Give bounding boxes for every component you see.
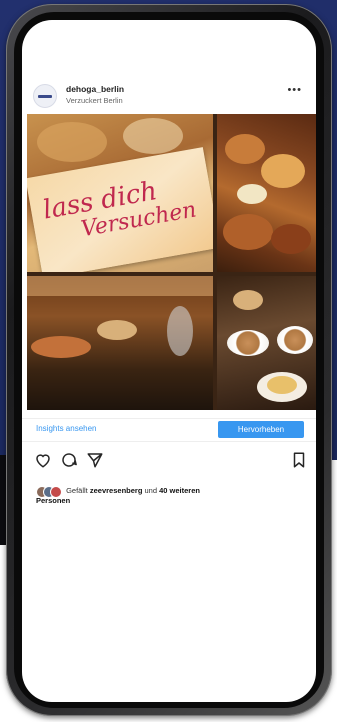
photo-detail	[223, 214, 273, 250]
avatar-logo	[38, 94, 52, 98]
liker-username[interactable]: zeevresenberg	[90, 486, 143, 495]
photo-detail	[167, 306, 193, 356]
photo-detail	[237, 184, 267, 204]
photo-tile-coffee	[217, 276, 316, 410]
post-image[interactable]: lass dich Versuchen	[27, 114, 316, 410]
card-text: lass dich Versuchen	[41, 172, 198, 249]
promote-button[interactable]: Hervorheben	[218, 421, 304, 438]
photo-detail	[31, 336, 91, 358]
more-icon[interactable]: •••	[287, 84, 302, 96]
likes-line: Gefällt zeevresenberg und 40 weiteren Pe…	[36, 486, 296, 506]
insights-link[interactable]: Insights ansehen	[36, 424, 97, 433]
photo-detail	[225, 134, 265, 164]
phone-screen: dehoga_berlin Verzuckert Berlin ••• lass…	[22, 20, 316, 702]
insights-bar: Insights ansehen Hervorheben	[22, 418, 316, 442]
photo-detail	[97, 320, 137, 340]
share-icon[interactable]	[86, 451, 104, 469]
liker-avatars	[36, 486, 62, 499]
avatar[interactable]	[33, 84, 57, 108]
photo-detail	[261, 154, 305, 188]
photo-detail	[267, 376, 297, 394]
post-header: dehoga_berlin Verzuckert Berlin •••	[22, 80, 316, 110]
photo-detail	[277, 326, 313, 354]
comment-icon[interactable]	[60, 451, 78, 469]
heart-icon[interactable]	[34, 451, 52, 469]
photo-detail	[271, 224, 311, 254]
photo-detail	[37, 122, 107, 162]
photo-detail	[233, 290, 263, 310]
greeting-card: lass dich Versuchen	[27, 147, 213, 272]
photo-tile-buffet	[27, 276, 213, 410]
bookmark-icon[interactable]	[290, 451, 308, 469]
likes-prefix: Gefällt	[66, 486, 88, 495]
photo-detail	[227, 330, 269, 356]
likes-middle: und	[144, 486, 158, 495]
location[interactable]: Verzuckert Berlin	[66, 96, 123, 105]
photo-detail	[123, 118, 183, 154]
likes-others[interactable]: 40 weiteren	[159, 486, 200, 495]
action-bar	[22, 451, 316, 473]
photo-tile-pastries	[217, 114, 316, 272]
username[interactable]: dehoga_berlin	[66, 84, 124, 94]
photo-tile-card: lass dich Versuchen	[27, 114, 213, 272]
photo-detail	[27, 276, 213, 296]
liker-avatar	[50, 486, 62, 499]
